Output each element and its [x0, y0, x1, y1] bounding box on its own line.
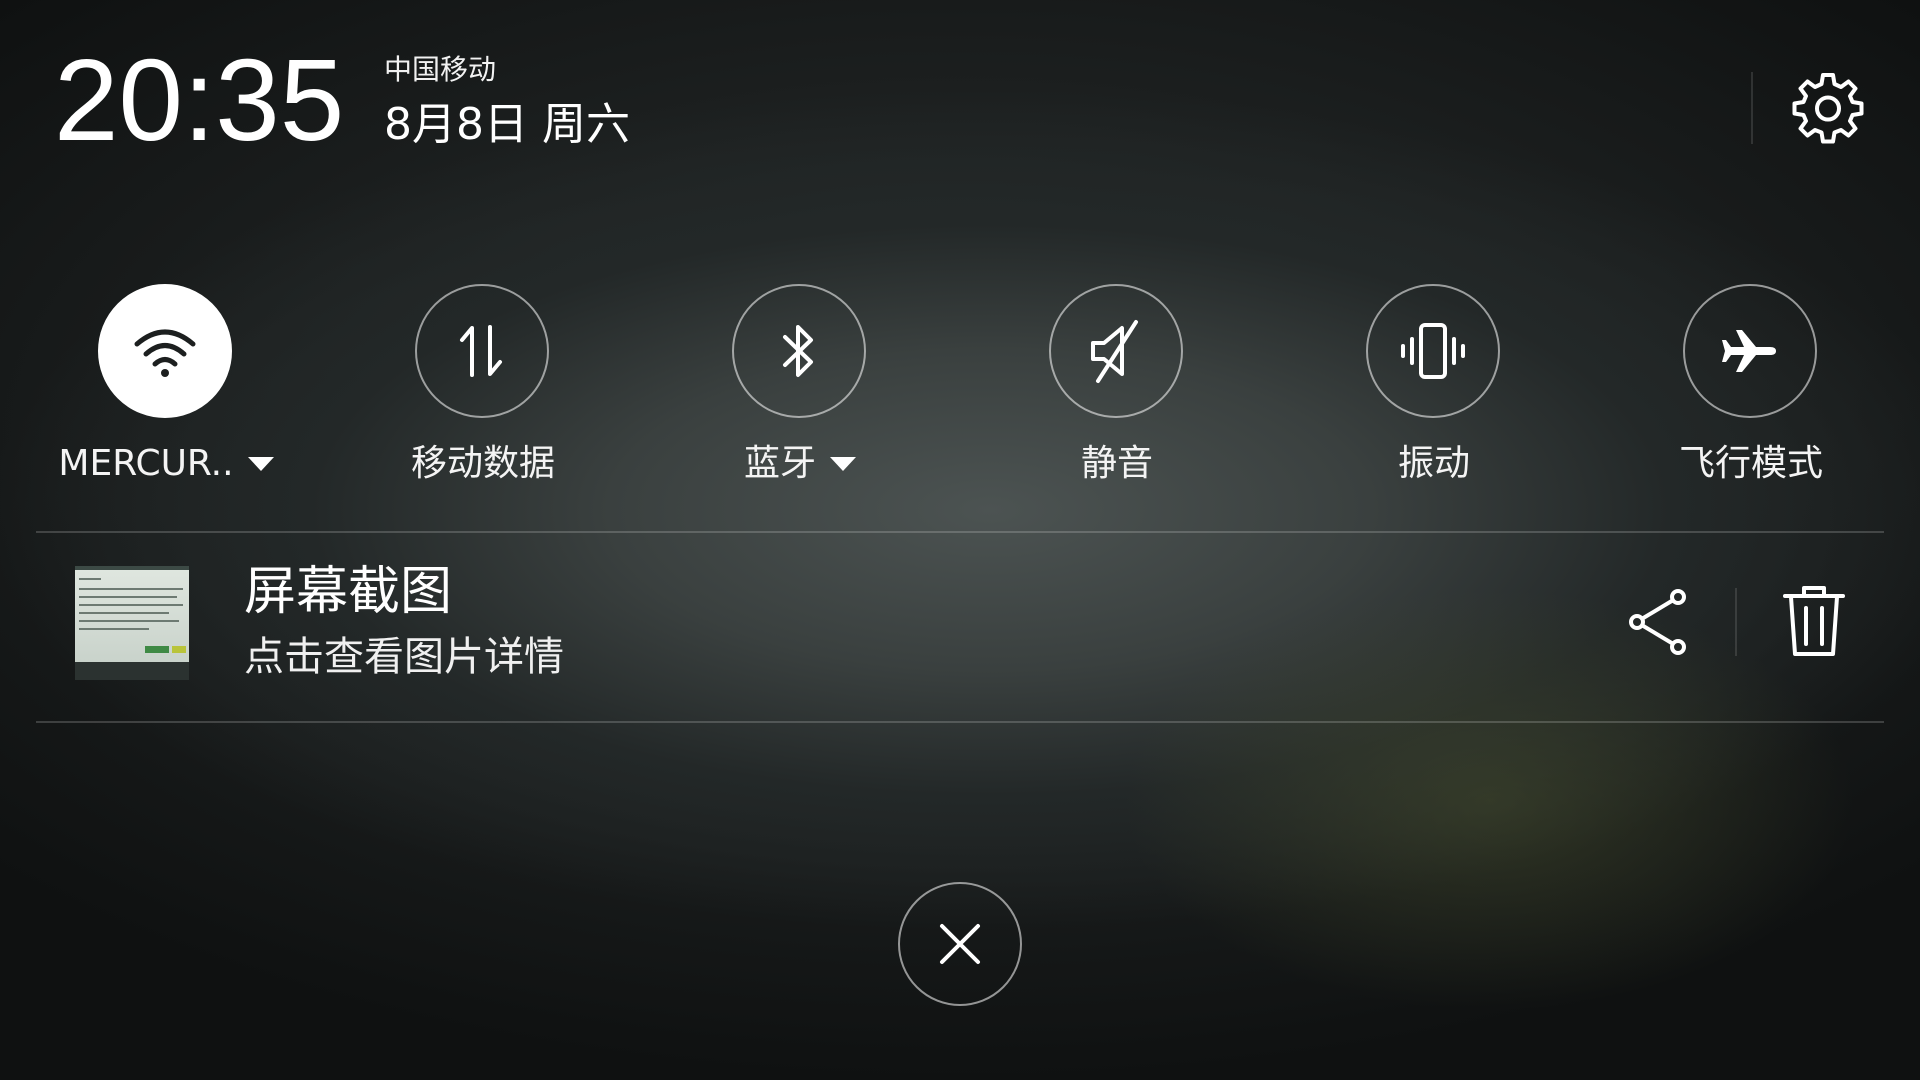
toggle-label-bluetooth: 蓝牙	[743, 443, 816, 484]
header-divider	[1751, 72, 1753, 144]
mobile-data-toggle-circle[interactable]	[415, 284, 549, 418]
toggle-label-airplane: 飞行模式	[1678, 443, 1823, 484]
clock: 20:35	[54, 35, 345, 165]
toggle-bluetooth[interactable]: 蓝牙	[650, 284, 950, 494]
chevron-down-icon[interactable]	[247, 457, 274, 471]
airplane-icon	[1722, 330, 1776, 372]
airplane-toggle-circle[interactable]	[1683, 284, 1817, 418]
mute-toggle-circle[interactable]	[1049, 284, 1183, 418]
gear-icon	[1792, 73, 1864, 144]
toggle-label-wifi: MERCUR..	[58, 443, 234, 484]
chevron-down-icon[interactable]	[830, 457, 856, 471]
notification-divider	[36, 721, 1884, 723]
share-icon	[1629, 589, 1686, 655]
delete-button[interactable]	[1780, 584, 1848, 660]
toggle-airplane[interactable]: 飞行模式	[1601, 284, 1901, 494]
bluetooth-icon	[783, 325, 813, 377]
wifi-toggle-circle[interactable]	[98, 284, 232, 418]
vibrate-icon	[1401, 323, 1465, 379]
toggle-label-mobile-data: 移动数据	[410, 443, 555, 484]
toggle-wifi[interactable]: MERCUR..	[16, 284, 316, 494]
notification-action-divider	[1735, 588, 1737, 656]
wifi-icon	[134, 329, 196, 377]
toggle-mobile-data[interactable]: 移动数据	[333, 284, 633, 494]
bluetooth-toggle-circle[interactable]	[732, 284, 866, 418]
close-button[interactable]	[898, 882, 1022, 1006]
mobile-data-icon	[460, 325, 502, 377]
share-button[interactable]	[1624, 584, 1692, 660]
notification-subtitle[interactable]: 点击查看图片详情	[244, 637, 564, 677]
trash-icon	[1783, 586, 1845, 656]
settings-button[interactable]	[1792, 72, 1864, 144]
toggle-vibrate[interactable]: 振动	[1284, 284, 1584, 494]
close-icon	[940, 924, 980, 964]
notification-title[interactable]: 屏幕截图	[244, 566, 452, 618]
screenshot-thumbnail[interactable]	[75, 566, 189, 680]
carrier-name: 中国移动	[384, 53, 497, 86]
mute-icon	[1091, 320, 1138, 383]
vibrate-toggle-circle[interactable]	[1366, 284, 1500, 418]
notification-shade: 20:35 中国移动 8月8日 周六 MERCUR.. 移动数据 蓝牙 静音 振…	[0, 0, 1920, 1080]
date-text: 8月8日 周六	[384, 99, 630, 150]
toggle-mute[interactable]: 静音	[967, 284, 1267, 494]
toggle-label-mute: 静音	[1080, 443, 1153, 484]
toggle-label-vibrate: 振动	[1397, 443, 1470, 484]
toggles-divider	[36, 531, 1884, 533]
